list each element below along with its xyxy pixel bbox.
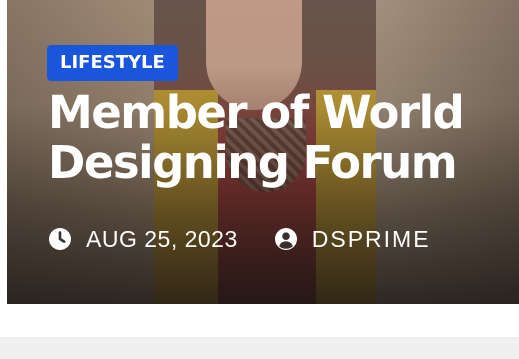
category-badge[interactable]: LIFESTYLE: [47, 45, 178, 81]
section-divider-strip: [0, 337, 519, 359]
user-circle-icon: [274, 227, 298, 251]
post-title[interactable]: Member of World Designing Forum: [48, 88, 508, 188]
featured-post-card[interactable]: LIFESTYLE Member of World Designing Foru…: [7, 0, 519, 304]
post-author[interactable]: DSPRIME: [312, 226, 431, 253]
post-meta: AUG 25, 2023 DSPRIME: [48, 224, 431, 254]
clock-icon: [48, 227, 72, 251]
post-date[interactable]: AUG 25, 2023: [86, 226, 238, 253]
